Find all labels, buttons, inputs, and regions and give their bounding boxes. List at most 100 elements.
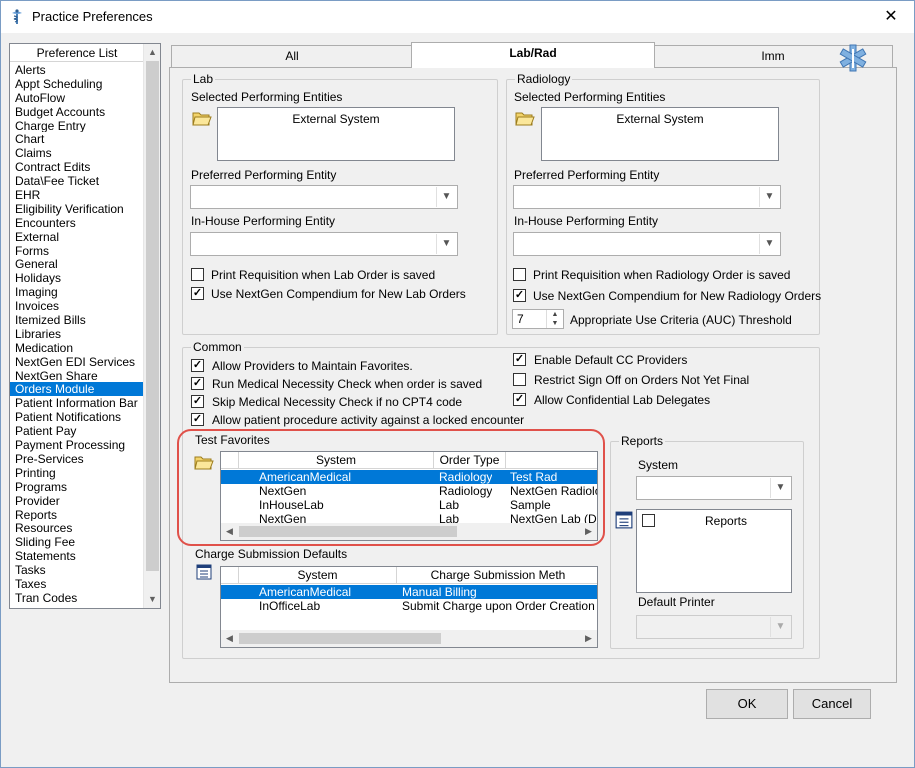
cancel-button[interactable]: Cancel [793,689,871,719]
lab-selected-entities-list[interactable]: External System [217,107,455,161]
scroll-up-icon[interactable]: ▲ [144,44,161,61]
scrollbar-thumb[interactable] [239,633,441,644]
preference-list-item[interactable]: Holidays [10,271,144,285]
column-header-system[interactable]: System [239,452,434,469]
restrict-sign-off-checkbox[interactable] [513,373,526,386]
reports-select-all-checkbox[interactable] [642,514,655,527]
scroll-right-icon[interactable]: ▶ [580,630,597,647]
preference-list-item[interactable]: Taxes [10,577,144,591]
skip-medical-necessity-checkbox[interactable]: ✓ [191,395,204,408]
table-row[interactable]: AmericanMedical Manual Billing [221,585,597,599]
reports-system-select[interactable]: ▼ [636,476,792,500]
table-row[interactable]: InOfficeLab Submit Charge upon Order Cre… [221,599,597,613]
chevron-down-icon[interactable]: ▼ [436,234,456,254]
charge-submission-hscrollbar[interactable]: ◀ ▶ [221,630,597,647]
preference-list-item[interactable]: EHR [10,188,144,202]
lab-compendium-checkbox[interactable]: ✓ [191,287,204,300]
chevron-down-icon[interactable]: ▼ [759,234,779,254]
allow-locked-encounter-checkbox[interactable]: ✓ [191,413,204,426]
preference-list-item[interactable]: NextGen EDI Services [10,355,144,369]
lab-print-requisition-checkbox[interactable] [191,268,204,281]
column-header-charge-submission-method[interactable]: Charge Submission Meth [397,567,597,584]
table-row[interactable]: NextGen Radiology NextGen Radiolo [221,484,597,498]
report-list-icon[interactable] [196,564,212,580]
preference-list-item[interactable]: Programs [10,480,144,494]
reports-list[interactable]: Reports [636,509,792,593]
list-item[interactable]: External System [218,108,454,126]
chevron-down-icon[interactable]: ▼ [770,617,790,637]
rad-inhouse-entity-select[interactable]: ▼ [513,232,781,256]
scrollbar-thumb[interactable] [146,61,159,571]
lab-preferred-entity-select[interactable]: ▼ [190,185,458,209]
auc-threshold-stepper[interactable]: 7 ▲ ▼ [512,309,564,329]
lab-inhouse-entity-select[interactable]: ▼ [190,232,458,256]
preference-list-item[interactable]: Tran Codes [10,591,144,605]
preference-list-item[interactable]: Orders Module [10,382,144,397]
open-folder-icon[interactable] [515,109,535,127]
ok-button[interactable]: OK [706,689,788,719]
preference-list-item[interactable]: Eligibility Verification [10,202,144,216]
column-header-order-type[interactable]: Order Type [434,452,506,469]
preference-list-item[interactable]: Alerts [10,63,144,77]
preference-list-item[interactable]: Patient Pay [10,424,144,438]
allow-providers-favorites-checkbox[interactable]: ✓ [191,359,204,372]
scroll-left-icon[interactable]: ◀ [221,523,238,540]
preference-list-item[interactable]: Forms [10,244,144,258]
report-list-icon[interactable] [615,511,633,529]
tab-lab-rad[interactable]: Lab/Rad [411,42,655,68]
test-favorites-grid[interactable]: System Order Type AmericanMedical Radiol… [220,451,598,541]
column-header-name[interactable] [506,452,597,469]
tab-all[interactable]: All [171,45,413,67]
preference-list-item[interactable]: NextGen Share [10,369,144,383]
preference-list-item[interactable]: AutoFlow [10,91,144,105]
list-item[interactable]: External System [542,108,778,126]
preference-list-item[interactable]: Data\Fee Ticket [10,174,144,188]
preference-list-item[interactable]: Itemized Bills [10,313,144,327]
column-header-system[interactable]: System [239,567,397,584]
preference-list-item[interactable]: Tasks [10,563,144,577]
preference-list-item[interactable]: Patient Notifications [10,410,144,424]
preference-list-item[interactable]: Sliding Fee [10,535,144,549]
preference-list-scrollbar[interactable]: ▲ ▼ [143,44,160,608]
table-row[interactable]: AmericanMedical Radiology Test Rad [221,470,597,484]
rad-selected-entities-list[interactable]: External System [541,107,779,161]
scroll-left-icon[interactable]: ◀ [221,630,238,647]
preference-list-item[interactable]: Libraries [10,327,144,341]
preference-list-item[interactable]: Charge Entry [10,119,144,133]
charge-submission-grid[interactable]: System Charge Submission Meth AmericanMe… [220,566,598,648]
close-button[interactable]: ✕ [876,5,906,29]
open-folder-icon[interactable] [192,109,212,127]
preference-list-item[interactable]: Medication [10,341,144,355]
preference-list[interactable]: Preference List Alerts Appt Scheduling Aut… [9,43,161,609]
default-printer-select[interactable]: ▼ [636,615,792,639]
table-row[interactable]: InHouseLab Lab Sample [221,498,597,512]
preference-list-item[interactable]: Reports [10,508,144,522]
preference-list-item[interactable]: Provider [10,494,144,508]
rad-print-requisition-checkbox[interactable] [513,268,526,281]
preference-list-item[interactable]: Pre-Services [10,452,144,466]
scrollbar-thumb[interactable] [239,526,457,537]
scroll-right-icon[interactable]: ▶ [580,523,597,540]
run-medical-necessity-checkbox[interactable]: ✓ [191,377,204,390]
enable-default-cc-checkbox[interactable]: ✓ [513,353,526,366]
spin-arrows-icon[interactable]: ▲ ▼ [546,310,563,328]
chevron-down-icon[interactable]: ▼ [759,187,779,207]
test-favorites-hscrollbar[interactable]: ◀ ▶ [221,523,597,540]
scroll-down-icon[interactable]: ▼ [144,591,161,608]
preference-list-item[interactable]: Imaging [10,285,144,299]
preference-list-item[interactable]: External [10,230,144,244]
preference-list-item[interactable]: Invoices [10,299,144,313]
chevron-down-icon[interactable]: ▼ [770,478,790,498]
rad-compendium-checkbox[interactable]: ✓ [513,289,526,302]
preference-list-item[interactable]: Statements [10,549,144,563]
preference-list-item[interactable]: Contract Edits [10,160,144,174]
rad-preferred-entity-select[interactable]: ▼ [513,185,781,209]
preference-list-item[interactable]: Encounters [10,216,144,230]
preference-list-item[interactable]: Printing [10,466,144,480]
confidential-lab-delegates-checkbox[interactable]: ✓ [513,393,526,406]
preference-list-item[interactable]: General [10,257,144,272]
preference-list-item[interactable]: Resources [10,521,144,535]
preference-list-item[interactable]: Patient Information Bar [10,396,144,410]
preference-list-header[interactable]: Preference List [10,44,144,62]
auc-threshold-value[interactable]: 7 [517,312,524,326]
